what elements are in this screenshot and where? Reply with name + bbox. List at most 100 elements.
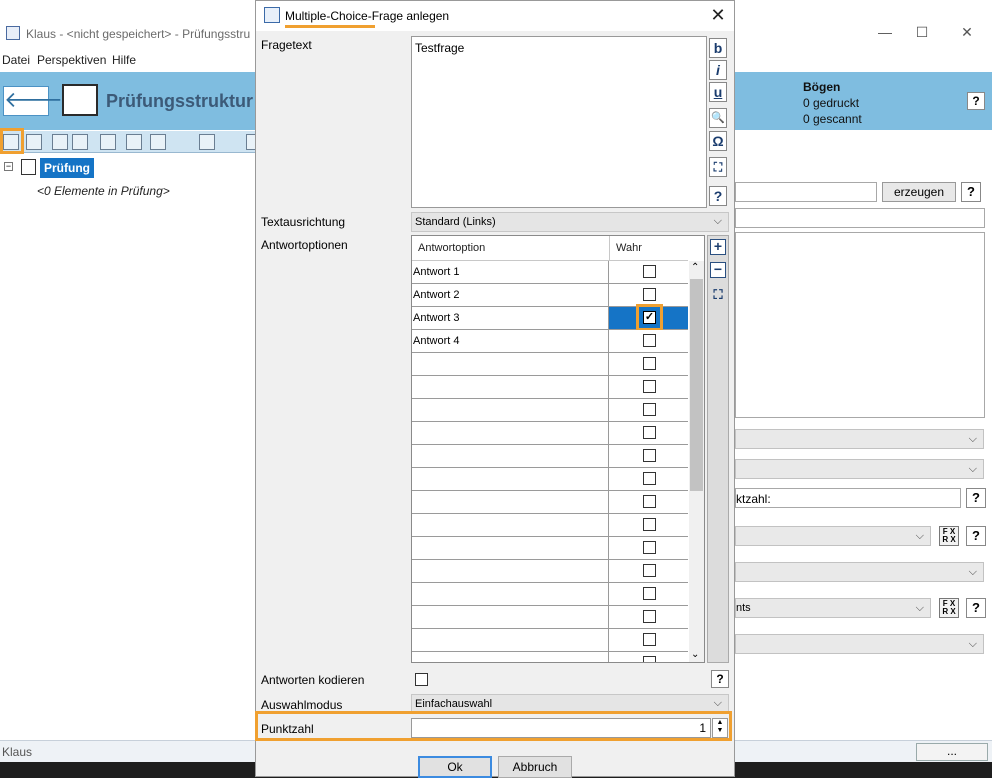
answer-text-cell[interactable] (412, 468, 609, 490)
answer-text-cell[interactable] (412, 399, 609, 421)
answer-text-cell[interactable] (412, 629, 609, 651)
wahr-checkbox[interactable] (643, 518, 656, 531)
scroll-thumb[interactable] (690, 279, 703, 491)
expand-grid-icon[interactable]: ⛶ (710, 288, 726, 304)
wahr-checkbox[interactable] (643, 449, 656, 462)
close-window-button[interactable]: ✕ (952, 24, 982, 44)
copy-icon[interactable] (100, 134, 116, 150)
wahr-checkbox[interactable] (643, 288, 656, 301)
bold-icon[interactable]: b (709, 38, 727, 58)
maximize-button[interactable]: ☐ (907, 24, 937, 44)
right-select-1[interactable]: ⌵ (735, 429, 984, 449)
right-select-2[interactable]: ⌵ (735, 459, 984, 479)
generate-input[interactable] (735, 182, 877, 202)
wahr-checkbox[interactable] (643, 564, 656, 577)
wahr-checkbox[interactable] (643, 403, 656, 416)
minimize-button[interactable]: — (870, 24, 900, 44)
wahr-checkbox[interactable] (643, 587, 656, 600)
table-row[interactable]: Antwort 3 ✓ (412, 304, 688, 331)
answer-text-cell[interactable] (412, 652, 609, 662)
answer-text-cell[interactable]: Antwort 2 (412, 284, 609, 306)
punktzahl-field[interactable]: ktzahl: (735, 488, 961, 508)
answer-text-cell[interactable] (412, 422, 609, 444)
punktzahl-input[interactable]: 1 (411, 718, 711, 738)
table-row[interactable] (412, 629, 688, 652)
menu-datei[interactable]: Datei (2, 53, 30, 67)
wahr-checkbox[interactable] (643, 265, 656, 278)
wahr-checkbox[interactable] (643, 541, 656, 554)
editor-help-icon[interactable]: ? (709, 186, 727, 206)
textausrichtung-select[interactable]: Standard (Links) ⌵ (411, 212, 729, 232)
table-row[interactable] (412, 468, 688, 491)
kodieren-help-button[interactable]: ? (711, 670, 729, 688)
punktzahl-spinner[interactable]: ▲ ▼ (712, 718, 728, 738)
wahr-checkbox[interactable] (643, 495, 656, 508)
table-row[interactable] (412, 514, 688, 537)
add-row-icon[interactable]: + (710, 239, 726, 255)
remove-row-icon[interactable]: − (710, 262, 726, 278)
fragetext-editor[interactable]: Testfrage (411, 36, 707, 208)
wahr-checkbox[interactable] (643, 357, 656, 370)
right-field-1[interactable] (735, 208, 985, 228)
add-item-icon[interactable] (52, 134, 68, 150)
formula-icon-2[interactable]: F XR X (939, 598, 959, 618)
underline-icon[interactable]: u (709, 82, 727, 102)
add-down-icon[interactable] (72, 134, 88, 150)
right-select-5[interactable]: nts ⌵ (735, 598, 931, 618)
generate-button[interactable]: erzeugen (882, 182, 956, 202)
special-char-icon[interactable]: Ω (709, 131, 727, 151)
scroll-down-icon[interactable]: ⌄ (691, 649, 699, 660)
answer-text-cell[interactable] (412, 514, 609, 536)
menu-hilfe[interactable]: Hilfe (112, 53, 136, 67)
antworten-kodieren-checkbox[interactable] (415, 673, 428, 686)
answer-text-cell[interactable]: Antwort 4 (412, 330, 609, 352)
wahr-checkbox[interactable] (643, 380, 656, 393)
menu-perspektiven[interactable]: Perspektiven (37, 53, 106, 67)
collapse-icon[interactable]: − (4, 162, 13, 171)
trash-icon[interactable] (150, 134, 166, 150)
header-help-button[interactable]: ? (967, 92, 985, 110)
scroll-up-icon[interactable]: ⌃ (691, 262, 699, 273)
right-textarea[interactable] (735, 232, 985, 418)
formula-icon[interactable]: F XR X (939, 526, 959, 546)
right-select-4[interactable]: ⌵ (735, 562, 984, 582)
cancel-button[interactable]: Abbruch (498, 756, 572, 778)
italic-icon[interactable]: i (709, 60, 727, 80)
answer-text-cell[interactable] (412, 376, 609, 398)
table-row[interactable] (412, 606, 688, 629)
table-row[interactable] (412, 583, 688, 606)
table-row[interactable] (412, 652, 688, 662)
table-row[interactable]: Antwort 4 (412, 330, 688, 353)
table-row[interactable] (412, 353, 688, 376)
table-row[interactable] (412, 445, 688, 468)
answer-text-cell[interactable]: Antwort 1 (412, 261, 609, 283)
table-row[interactable]: Antwort 1 (412, 261, 688, 284)
right-select-3[interactable]: ⌵ (735, 526, 931, 546)
back-button[interactable]: 🡐 (3, 86, 63, 116)
wahr-checkbox[interactable] (643, 610, 656, 623)
generate-help-button[interactable]: ? (961, 182, 981, 202)
close-icon[interactable]: ✕ (706, 5, 730, 27)
wahr-checkbox[interactable] (643, 334, 656, 347)
answer-text-cell[interactable] (412, 583, 609, 605)
wahr-checkbox[interactable] (643, 633, 656, 646)
table-row[interactable] (412, 422, 688, 445)
tree-node-label[interactable]: Prüfung (40, 158, 94, 178)
add-section-icon[interactable] (26, 134, 42, 150)
ok-button[interactable]: Ok (418, 756, 492, 778)
answer-text-cell[interactable] (412, 491, 609, 513)
table-row[interactable] (412, 560, 688, 583)
preview-icon[interactable]: 🔍 (709, 108, 727, 128)
wahr-checkbox[interactable] (643, 472, 656, 485)
answer-text-cell[interactable]: Antwort 3 (412, 307, 609, 329)
select-5-help-button[interactable]: ? (966, 598, 986, 618)
table-row[interactable] (412, 537, 688, 560)
wahr-checkbox[interactable] (643, 656, 656, 662)
punktzahl-help-button[interactable]: ? (966, 488, 986, 508)
duplicate-icon[interactable] (126, 134, 142, 150)
answer-text-cell[interactable] (412, 445, 609, 467)
expand-icon[interactable]: ⛶ (709, 157, 727, 177)
select-3-help-button[interactable]: ? (966, 526, 986, 546)
answer-text-cell[interactable] (412, 560, 609, 582)
grid-scrollbar[interactable]: ⌃ ⌄ (689, 261, 704, 662)
